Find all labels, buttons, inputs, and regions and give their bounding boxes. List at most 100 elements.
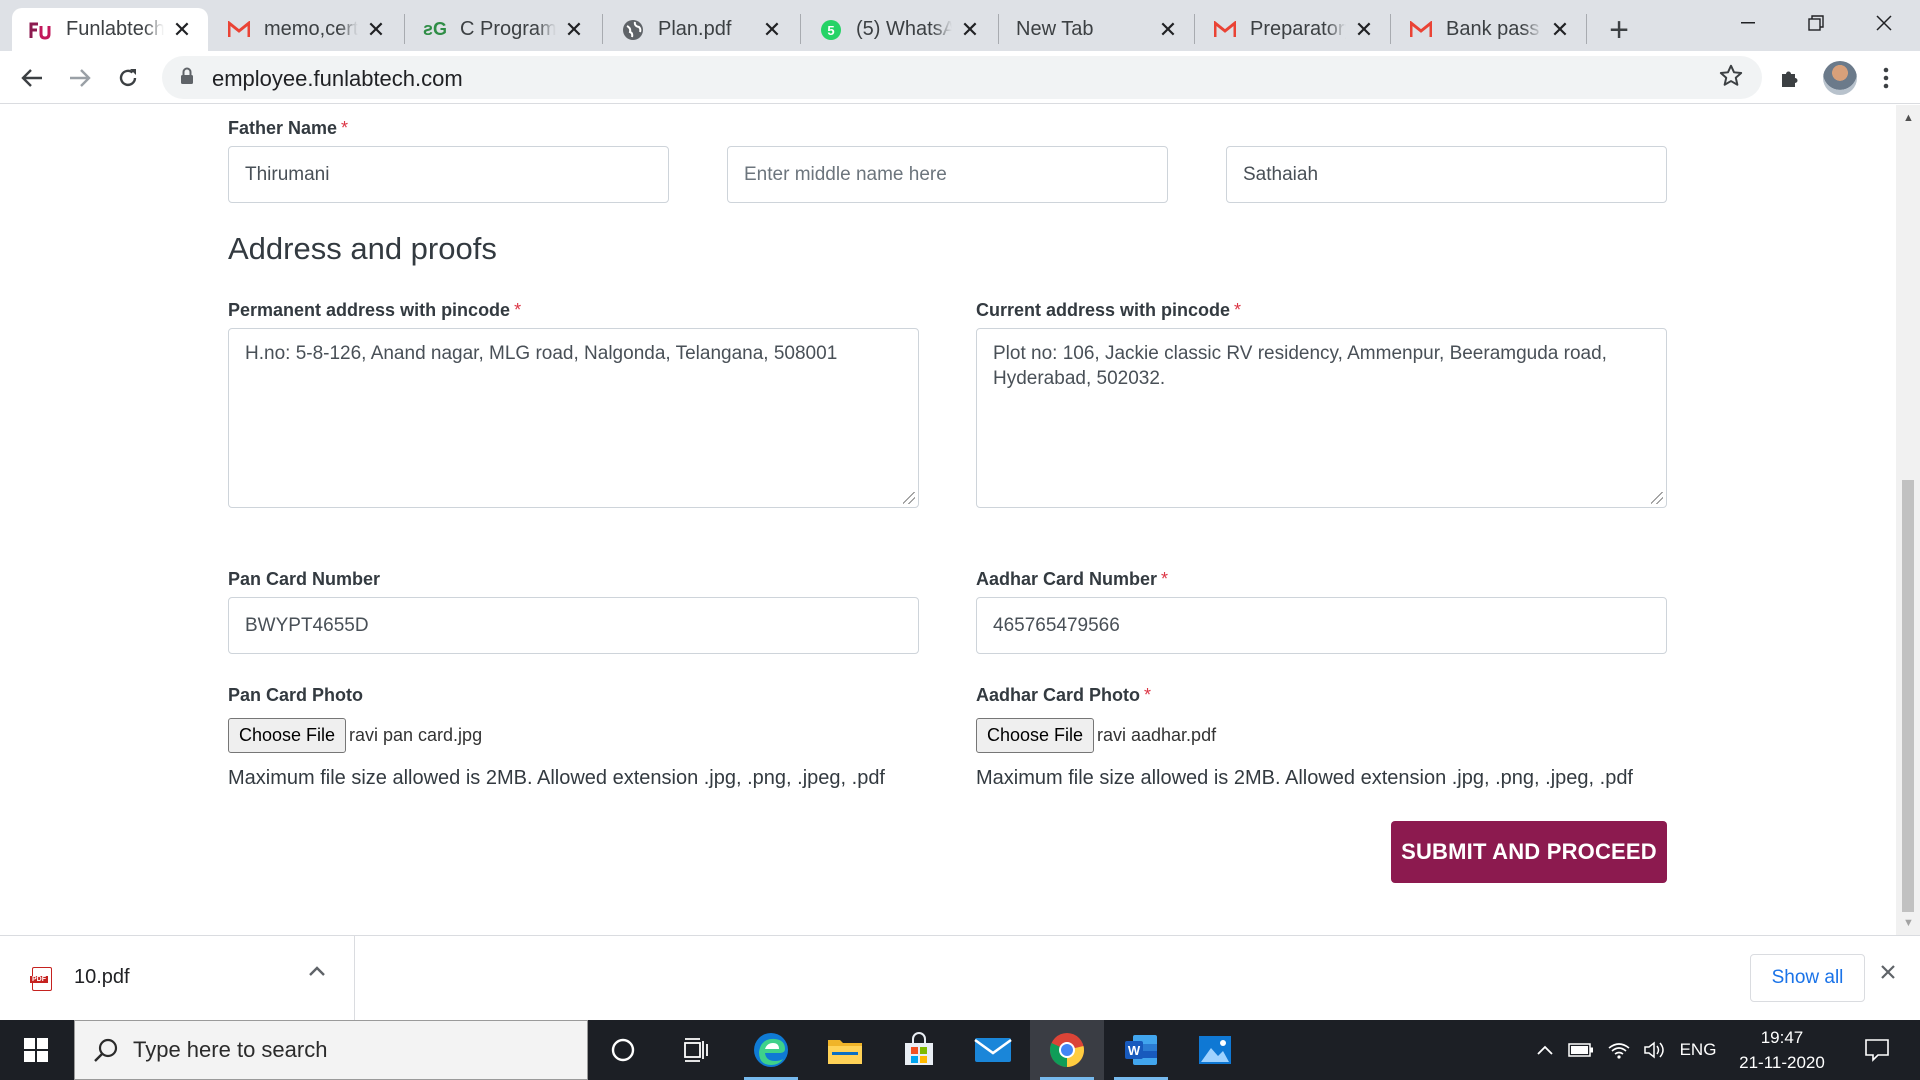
taskbar-word[interactable]: W (1104, 1020, 1178, 1080)
download-item[interactable]: PDF 10.pdf (0, 936, 355, 1020)
battery-icon[interactable] (1564, 1020, 1598, 1080)
tab-separator (602, 14, 603, 44)
aadhar-photo-choose-file-button[interactable]: Choose File (976, 718, 1095, 753)
resize-grip-icon[interactable] (1651, 492, 1663, 504)
current-address-textarea[interactable]: Plot no: 106, Jackie classic RV residenc… (976, 328, 1667, 508)
svg-text:5: 5 (827, 23, 834, 38)
tab-memo[interactable]: memo,certi ✕ (210, 8, 402, 51)
permanent-address-label: Permanent address with pincode * (228, 300, 522, 320)
cortana-button[interactable] (586, 1020, 660, 1080)
pan-number-label: Pan Card Number (228, 569, 381, 589)
required-mark: * (1234, 300, 1242, 320)
gmail-icon (1212, 17, 1238, 43)
wifi-icon[interactable] (1602, 1020, 1636, 1080)
volume-icon[interactable] (1638, 1020, 1672, 1080)
close-tab-icon[interactable]: ✕ (1156, 17, 1180, 42)
tab-plan-pdf[interactable]: Plan.pdf ✕ (604, 8, 798, 51)
close-tab-icon[interactable]: ✕ (364, 17, 388, 42)
tab-title: Preparatory (1250, 18, 1346, 40)
reload-button[interactable] (108, 58, 148, 98)
menu-kebab-icon[interactable] (1866, 58, 1906, 98)
scrollbar-thumb[interactable] (1902, 480, 1914, 912)
geeksforgeeks-icon: ƨG (422, 19, 447, 39)
resize-grip-icon[interactable] (903, 492, 915, 504)
gmail-icon (1408, 17, 1434, 43)
search-icon (93, 1037, 119, 1068)
father-name-label: Father Name * (228, 118, 349, 138)
tab-whatsapp[interactable]: 5 (5) WhatsAp ✕ (802, 8, 996, 51)
extensions-icon[interactable] (1770, 58, 1810, 98)
funlabtech-icon (28, 17, 54, 43)
tab-new-tab[interactable]: New Tab ✕ (1000, 8, 1194, 51)
close-tab-icon[interactable]: ✕ (170, 17, 194, 42)
tab-title: Funlabtech - (66, 18, 164, 40)
start-button[interactable] (0, 1020, 72, 1080)
tab-title: Plan.pdf (658, 18, 732, 40)
page-scrollbar[interactable]: ▲ ▼ (1896, 105, 1920, 935)
globe-icon (620, 17, 646, 43)
chevron-up-icon[interactable] (308, 964, 326, 982)
close-window-button[interactable] (1850, 0, 1918, 46)
required-mark: * (341, 118, 349, 138)
section-title: Address and proofs (228, 231, 497, 266)
scroll-up-arrow-icon[interactable]: ▲ (1903, 112, 1914, 124)
taskbar-edge[interactable] (734, 1020, 808, 1080)
back-arrow-icon (21, 69, 42, 87)
taskbar-photos[interactable] (1178, 1020, 1252, 1080)
show-all-button[interactable]: Show all (1750, 954, 1865, 1002)
father-last-name-input[interactable]: Sathaiah (1226, 146, 1667, 203)
close-tab-icon[interactable]: ✕ (958, 17, 982, 42)
profile-avatar[interactable] (1820, 58, 1860, 98)
address-bar[interactable]: employee.funlabtech.com (162, 56, 1762, 99)
close-tab-icon[interactable]: ✕ (760, 17, 784, 42)
tab-separator (800, 14, 801, 44)
tab-separator (998, 14, 999, 44)
browser-toolbar: employee.funlabtech.com (0, 51, 1920, 104)
taskbar-chrome[interactable] (1030, 1020, 1104, 1080)
tab-bank-pass-book[interactable]: Bank pass bo ✕ (1392, 8, 1586, 51)
language-indicator[interactable]: ENG (1676, 1020, 1720, 1080)
avatar (1823, 61, 1857, 95)
close-tab-icon[interactable]: ✕ (1548, 17, 1572, 42)
new-tab-button[interactable]: + (1600, 11, 1638, 49)
taskbar-clock[interactable]: 19:47 21-11-2020 (1722, 1025, 1842, 1075)
windows-taskbar: Type here to search W ENG 19:47 21-11-20… (0, 1020, 1920, 1080)
tab-funlabtech[interactable]: Funlabtech - ✕ (12, 8, 208, 51)
tab-title: Bank pass bo (1446, 18, 1542, 40)
back-button[interactable] (12, 58, 52, 98)
pdf-file-icon: PDF (30, 967, 52, 991)
pan-photo-choose-file-button[interactable]: Choose File (228, 718, 347, 753)
scroll-down-arrow-icon[interactable]: ▼ (1903, 917, 1914, 929)
permanent-address-textarea[interactable]: H.no: 5-8-126, Anand nagar, MLG road, Na… (228, 328, 919, 508)
show-hidden-icons-chevron-icon[interactable] (1530, 1020, 1560, 1080)
word-icon: W (1125, 1035, 1157, 1065)
aadhar-number-label: Aadhar Card Number * (976, 569, 1169, 589)
submit-and-proceed-button[interactable]: SUBMIT AND PROCEED (1391, 821, 1667, 883)
close-tab-icon[interactable]: ✕ (562, 17, 586, 42)
reload-icon (119, 69, 137, 87)
chrome-icon (1049, 1033, 1084, 1067)
bookmark-star-icon[interactable] (1718, 63, 1744, 94)
url-text: employee.funlabtech.com (212, 66, 463, 91)
father-middle-name-input[interactable]: Enter middle name here (727, 146, 1168, 203)
tab-preparatory[interactable]: Preparatory ✕ (1196, 8, 1390, 51)
task-view-button[interactable] (660, 1020, 734, 1080)
restore-button[interactable] (1782, 0, 1850, 46)
tab-c-programming[interactable]: ƨG C Programm ✕ (406, 8, 600, 51)
taskbar-mail[interactable] (956, 1020, 1030, 1080)
tab-separator (404, 14, 405, 44)
forward-button[interactable] (60, 58, 100, 98)
current-address-label: Current address with pincode * (976, 300, 1242, 320)
pan-photo-filename: ravi pan card.jpg (349, 725, 483, 745)
taskbar-store[interactable] (882, 1020, 956, 1080)
pan-number-input[interactable]: BWYPT4655D (228, 597, 919, 654)
close-tab-icon[interactable]: ✕ (1352, 17, 1376, 42)
tab-separator (1194, 14, 1195, 44)
taskbar-file-explorer[interactable] (808, 1020, 882, 1080)
action-center-icon[interactable] (1852, 1020, 1902, 1080)
close-shelf-icon[interactable] (1880, 964, 1896, 985)
taskbar-search-box[interactable]: Type here to search (74, 1020, 588, 1080)
minimize-button[interactable] (1714, 0, 1782, 46)
aadhar-number-input[interactable]: 465765479566 (976, 597, 1667, 654)
father-first-name-input[interactable]: Thirumani (228, 146, 669, 203)
